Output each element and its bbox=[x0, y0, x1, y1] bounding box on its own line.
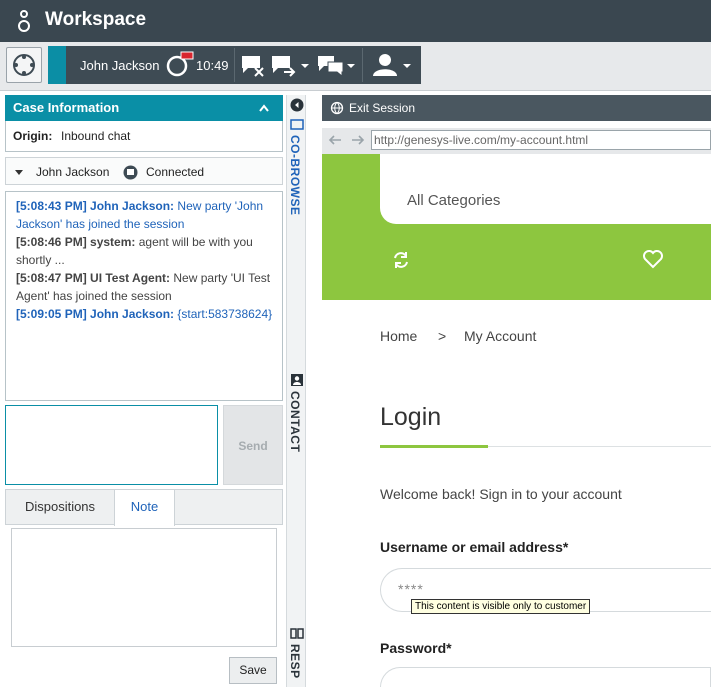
interaction-accent bbox=[48, 46, 66, 84]
breadcrumb-home[interactable]: Home bbox=[380, 328, 417, 344]
transcript-message: [5:08:43 PM] John Jackson: New party 'Jo… bbox=[16, 199, 264, 231]
interaction-timer: 10:49 bbox=[196, 58, 229, 73]
divider bbox=[488, 446, 711, 447]
contact-icon bbox=[291, 374, 303, 386]
party-name: John Jackson bbox=[36, 165, 110, 179]
transcript-message: [5:08:47 PM] UI Test Agent: New party 'U… bbox=[16, 271, 271, 303]
chat-compose-input[interactable] bbox=[5, 405, 218, 485]
tab-note[interactable]: Note bbox=[114, 490, 175, 526]
responses-book-icon bbox=[290, 628, 304, 639]
transcript-message: [5:08:46 PM] system: agent will be with … bbox=[16, 235, 253, 267]
party-status: Connected bbox=[146, 165, 205, 179]
masking-tooltip: This content is visible only to customer bbox=[411, 599, 591, 614]
case-information-title: Case Information bbox=[13, 100, 120, 115]
consult-chat-icon[interactable] bbox=[316, 54, 356, 78]
origin-value: Inbound chat bbox=[61, 129, 131, 143]
categories-dropdown[interactable] bbox=[380, 154, 711, 224]
transcript-message: [5:09:05 PM] John Jackson: {start:583738… bbox=[16, 307, 273, 321]
exit-session-button[interactable]: Exit Session bbox=[349, 101, 415, 115]
categories-label: All Categories bbox=[407, 192, 501, 209]
case-information-header[interactable]: Case Information bbox=[5, 95, 283, 121]
breadcrumb-separator: > bbox=[438, 328, 447, 344]
exit-session-icon[interactable] bbox=[330, 101, 344, 115]
app-title: Workspace bbox=[45, 9, 147, 30]
collapse-left-icon[interactable] bbox=[290, 98, 304, 112]
login-underline bbox=[380, 445, 488, 448]
username-label: Username or email address* bbox=[380, 539, 569, 555]
genesys-logo-icon bbox=[18, 10, 30, 32]
refresh-icon[interactable] bbox=[391, 250, 411, 270]
masked-value: **** bbox=[398, 581, 424, 597]
password-input[interactable] bbox=[380, 667, 711, 687]
heart-icon[interactable] bbox=[642, 249, 664, 269]
url-field[interactable]: http://genesys-live.com/my-account.html bbox=[371, 130, 711, 150]
chat-transcript[interactable]: [5:08:43 PM] John Jackson: New party 'Jo… bbox=[5, 191, 283, 401]
chat-status-icon[interactable] bbox=[164, 50, 196, 78]
end-chat-icon[interactable] bbox=[240, 54, 266, 78]
cobrowse-icon bbox=[290, 119, 304, 130]
team-communicator-button[interactable] bbox=[6, 47, 42, 83]
toolbar-divider bbox=[234, 48, 235, 82]
interaction-party-name[interactable]: John Jackson bbox=[80, 58, 160, 73]
side-tab-contact[interactable]: CONTACT bbox=[288, 391, 302, 452]
collapse-chevron-icon[interactable] bbox=[259, 104, 269, 112]
login-heading: Login bbox=[380, 403, 442, 431]
toolbar-divider bbox=[362, 48, 363, 82]
side-tab-cobrowse[interactable]: CO-BROWSE bbox=[288, 135, 302, 216]
save-note-button[interactable]: Save bbox=[229, 657, 277, 684]
target-icon bbox=[13, 54, 35, 76]
origin-label: Origin: bbox=[13, 129, 53, 143]
password-label: Password* bbox=[380, 640, 452, 656]
forward-arrow-icon[interactable] bbox=[351, 134, 365, 146]
breadcrumb-current: My Account bbox=[464, 328, 537, 344]
welcome-text: Welcome back! Sign in to your account bbox=[380, 486, 622, 502]
side-tab-responses[interactable]: RESP bbox=[288, 644, 302, 679]
back-arrow-icon[interactable] bbox=[328, 134, 342, 146]
connected-chat-icon bbox=[123, 165, 138, 180]
send-button[interactable]: Send bbox=[223, 405, 283, 485]
agent-status-icon[interactable] bbox=[372, 52, 414, 80]
note-textarea[interactable] bbox=[11, 528, 277, 647]
transfer-chat-icon[interactable] bbox=[270, 54, 310, 78]
party-dropdown-icon[interactable] bbox=[14, 168, 24, 176]
tab-dispositions[interactable]: Dispositions bbox=[6, 490, 114, 524]
